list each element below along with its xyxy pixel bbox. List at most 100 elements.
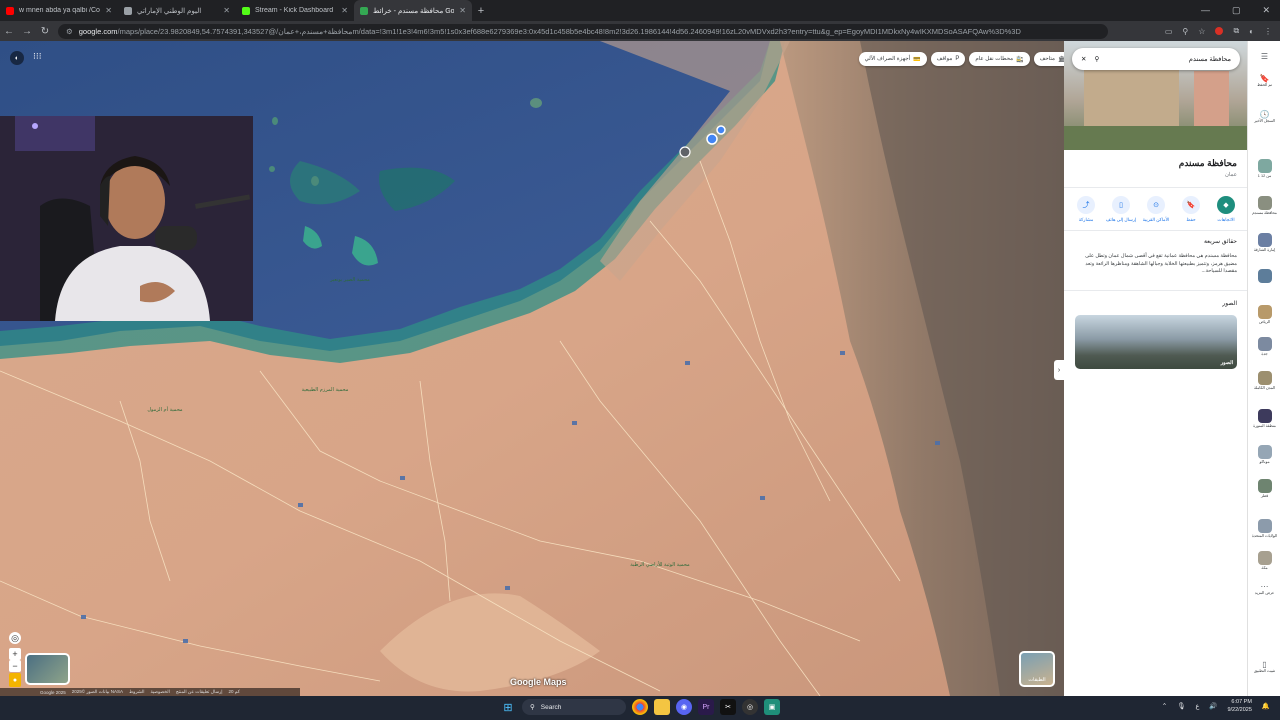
map-place-label[interactable]: محمية أم الزمول (147, 406, 183, 413)
rail-item[interactable]: الولايات المتحدة (1248, 519, 1280, 539)
rail-icon: 🔖 (1259, 74, 1270, 83)
map-footer-item[interactable]: Google 2025 (40, 690, 66, 695)
close-icon[interactable]: ✕ (1081, 55, 1086, 63)
maximize-icon[interactable]: ▢ (1232, 5, 1241, 16)
obs-icon[interactable]: ◎ (742, 699, 758, 715)
tray-chevron-icon[interactable]: ⌃ (1162, 702, 1167, 710)
mic-icon[interactable]: 🎙 (1177, 702, 1185, 710)
map-footer-item[interactable]: إرسال تعليقات عن المنتج (176, 689, 223, 695)
map-footer: Google 2025 بيانات الصور ©2025 NASA الشروط… (0, 688, 300, 696)
photo-card[interactable]: الصور (1075, 315, 1237, 369)
map-footer-item[interactable]: الشروط (129, 689, 144, 695)
map-place-label[interactable]: محمية المرزم الطبيعية (302, 387, 349, 393)
tab-close-icon[interactable]: ✕ (341, 6, 348, 15)
map-footer-item[interactable]: 20 كم (229, 689, 240, 695)
rail-label: تثبيت التطبيق (1253, 668, 1276, 673)
rail-item[interactable]: ▯ تثبيت التطبيق (1248, 661, 1280, 673)
rail-item[interactable]: الرياض (1248, 305, 1280, 325)
rail-item[interactable]: المدن الكاملة (1248, 371, 1280, 391)
recording-indicator-icon[interactable] (1215, 27, 1224, 35)
capcut-icon[interactable]: ✂ (720, 699, 736, 715)
bookmark-star-icon[interactable]: ☆ (1198, 27, 1205, 36)
map-place-label[interactable]: محمية الصير بونعير (329, 277, 370, 283)
place-action-button[interactable]: ▯ إرسال إلى هاتف (1105, 196, 1137, 223)
rail-item[interactable] (1248, 269, 1280, 283)
place-action-button[interactable]: ⊙ الأماكن القريبة (1140, 196, 1172, 223)
my-location-icon[interactable]: ◎ (9, 632, 21, 644)
building-shape (1194, 71, 1229, 131)
place-action-button[interactable]: 🔖 حفظ (1175, 196, 1207, 223)
tab-close-icon[interactable]: ✕ (105, 6, 112, 15)
browser-tab[interactable]: محافظة مسندم - خرائط Google ✕ (354, 0, 472, 21)
minimize-icon[interactable]: — (1201, 5, 1210, 16)
zoom-in-button[interactable]: + (9, 648, 21, 660)
premiere-icon[interactable]: Pr (698, 699, 714, 715)
site-info-icon[interactable]: ⚙ (66, 27, 73, 36)
close-window-icon[interactable]: ✕ (1262, 5, 1270, 16)
browser-tab[interactable]: اليوم الوطني الإماراتي ✕ (118, 0, 236, 21)
address-bar[interactable]: ⚙ google.com/maps/place/محافظة+مسندم،+عم… (58, 23, 1108, 39)
notifications-icon[interactable]: 🔔 (1262, 702, 1270, 710)
rail-item[interactable]: مكة (1248, 551, 1280, 571)
map-footer-item[interactable]: بيانات الصور ©2025 NASA (72, 689, 123, 695)
rail-thumbnail (1257, 196, 1272, 210)
pegman-icon[interactable]: ● (9, 673, 21, 687)
map-place-label[interactable]: محمية الوثبة للأراضي الرطبة (630, 561, 690, 568)
category-chip[interactable]: محطات نقل عام 🚉 (969, 52, 1030, 66)
browser-tab[interactable]: Stream - Kick Dashboard ✕ (236, 0, 354, 21)
discord-icon[interactable]: ◉ (676, 699, 692, 715)
map-menu-icon[interactable]: ◐ (10, 51, 24, 65)
street-view-thumbnail[interactable] (25, 653, 70, 685)
extensions-icon[interactable]: ⧉ (1233, 26, 1239, 36)
taskbar-search[interactable]: ⚲ Search (522, 699, 626, 715)
tab-close-icon[interactable]: ✕ (223, 6, 230, 15)
place-title: محافظة مسندم (1178, 158, 1237, 168)
rail-item[interactable]: 🕓 السجل الأخير (1248, 111, 1280, 123)
profile-avatar[interactable]: ◐ (1249, 27, 1254, 36)
place-action-button[interactable]: ◆ الاتجاهات (1210, 196, 1242, 223)
rail-item[interactable]: جدة (1248, 337, 1280, 357)
file-explorer-icon[interactable] (654, 699, 670, 715)
category-chip[interactable]: أجهزة الصراف الآلي 💳 (858, 52, 927, 66)
map-footer-item[interactable]: الخصوصية (150, 689, 169, 695)
taskbar-search-label: Search (540, 703, 562, 711)
menu-icon[interactable]: ⋮ (1264, 27, 1272, 36)
new-tab-button[interactable]: + (472, 5, 490, 17)
photo-card-label: الصور (1220, 360, 1233, 366)
rail-thumbnail (1257, 337, 1272, 351)
quick-facts-heading: حقائق سريعة (1203, 239, 1237, 245)
place-action-button[interactable]: ⤴ مشاركة (1070, 196, 1102, 223)
rail-label: إمارة الشارقة (1253, 248, 1276, 252)
browser-tab[interactable]: w mnen abda ya qalbi /Co ✕ (0, 0, 118, 21)
category-chip[interactable]: مواقف P (930, 52, 966, 66)
back-icon[interactable]: ← (0, 26, 18, 37)
rail-item[interactable]: قطر (1248, 479, 1280, 499)
rail-item[interactable]: ☰ (1248, 53, 1280, 60)
rail-item[interactable]: إمارة الشارقة (1248, 233, 1280, 253)
rail-item[interactable]: ⋯ عرض المزيد (1248, 583, 1280, 595)
cast-icon[interactable]: ▭ (1165, 27, 1173, 36)
zoom-icon[interactable]: ⚲ (1182, 27, 1188, 36)
search-input[interactable]: محافظة مسندم (1107, 55, 1231, 63)
forward-icon[interactable]: → (18, 26, 36, 37)
reload-icon[interactable]: ↻ (36, 26, 54, 37)
rail-item[interactable]: منطقة المنورة (1248, 409, 1280, 429)
screen-app-icon[interactable]: ▣ (764, 699, 780, 715)
search-icon[interactable]: ⚲ (1094, 55, 1099, 63)
chrome-icon[interactable] (632, 699, 648, 715)
zoom-out-button[interactable]: − (9, 660, 21, 672)
rail-label: محافظة مسندم (1252, 211, 1277, 215)
network-volume-icon[interactable]: 🔊 (1209, 702, 1217, 710)
search-box[interactable]: ✕ ⚲ محافظة مسندم (1072, 48, 1240, 70)
rail-item[interactable]: موناكو (1248, 445, 1280, 465)
rail-item[interactable]: محافظة مسندم (1248, 196, 1280, 216)
apps-grid-icon[interactable]: ⁝⁝⁝ (33, 51, 42, 62)
rail-item[interactable]: 1 من 12 (1248, 159, 1280, 179)
rail-item[interactable]: 🔖 تم الحفظ (1248, 74, 1280, 87)
tab-close-icon[interactable]: ✕ (459, 6, 466, 15)
clock[interactable]: 6:07 PM 9/22/2025 (1227, 698, 1251, 714)
language-indicator[interactable]: ع (1195, 702, 1199, 710)
collapse-panel-button[interactable]: › (1054, 360, 1064, 380)
windows-start-icon[interactable]: ⊞ (500, 699, 516, 715)
layers-button[interactable]: الطبقات (1019, 651, 1055, 687)
